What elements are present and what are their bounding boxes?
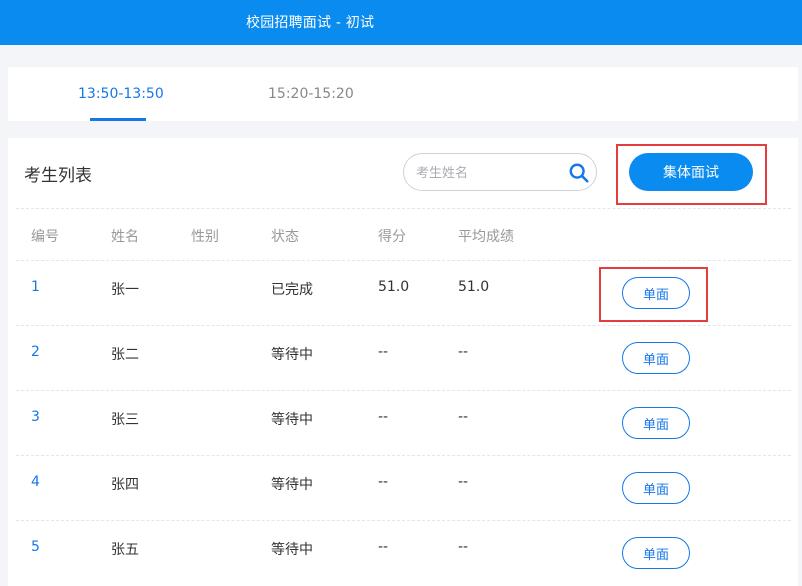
single-interview-button[interactable]: 单面 <box>622 537 690 569</box>
top-bar: 校园招聘面试 - 初试 <box>0 0 802 45</box>
search-box <box>403 153 597 191</box>
row-score: -- <box>378 409 389 425</box>
row-status: 等待中 <box>271 542 313 558</box>
search-input[interactable] <box>414 163 558 183</box>
page-title: 校园招聘面试 - 初试 <box>246 15 375 31</box>
row-status: 等待中 <box>271 412 313 428</box>
row-name: 张一 <box>111 282 139 298</box>
active-tab-indicator <box>90 118 146 121</box>
row-avg: -- <box>458 539 469 555</box>
row-name: 张五 <box>111 542 139 558</box>
divider <box>16 455 791 456</box>
col-header-avg: 平均成绩 <box>458 229 514 245</box>
row-avg: 51.0 <box>458 279 490 295</box>
highlight-single-interview <box>599 267 708 322</box>
col-header-name: 姓名 <box>111 229 139 245</box>
divider <box>16 390 791 391</box>
single-interview-button[interactable]: 单面 <box>622 342 690 374</box>
row-name: 张四 <box>111 477 139 493</box>
divider <box>16 520 791 521</box>
row-avg: -- <box>458 344 469 360</box>
col-header-score: 得分 <box>378 229 406 245</box>
row-id[interactable]: 2 <box>31 344 40 360</box>
row-status: 等待中 <box>271 477 313 493</box>
row-name: 张二 <box>111 347 139 363</box>
row-id[interactable]: 5 <box>31 539 40 555</box>
candidate-panel: 考生列表 集体面试 编号 姓名 性别 状态 得分 平均成绩 1 张一 已完成 5… <box>8 138 798 586</box>
row-avg: -- <box>458 474 469 490</box>
row-score: 51.0 <box>378 279 410 295</box>
tab-slot-1[interactable]: 13:50-13:50 <box>78 86 164 102</box>
row-id[interactable]: 3 <box>31 409 40 425</box>
divider <box>16 260 791 261</box>
single-interview-button[interactable]: 单面 <box>622 407 690 439</box>
row-score: -- <box>378 539 389 555</box>
row-name: 张三 <box>111 412 139 428</box>
row-status: 等待中 <box>271 347 313 363</box>
divider <box>16 208 791 209</box>
col-header-status: 状态 <box>271 229 299 245</box>
row-score: -- <box>378 344 389 360</box>
col-header-gender: 性别 <box>191 229 219 245</box>
single-interview-button[interactable]: 单面 <box>622 472 690 504</box>
row-status: 已完成 <box>271 282 313 298</box>
row-score: -- <box>378 474 389 490</box>
time-slot-tabs: 13:50-13:50 15:20-15:20 <box>8 67 798 121</box>
candidate-list-title: 考生列表 <box>24 166 92 186</box>
tab-slot-2[interactable]: 15:20-15:20 <box>268 86 354 102</box>
row-id[interactable]: 4 <box>31 474 40 490</box>
col-header-id: 编号 <box>31 229 59 245</box>
row-avg: -- <box>458 409 469 425</box>
highlight-group-interview <box>616 144 767 205</box>
row-id[interactable]: 1 <box>31 279 40 295</box>
search-icon[interactable] <box>568 162 590 184</box>
divider <box>16 325 791 326</box>
